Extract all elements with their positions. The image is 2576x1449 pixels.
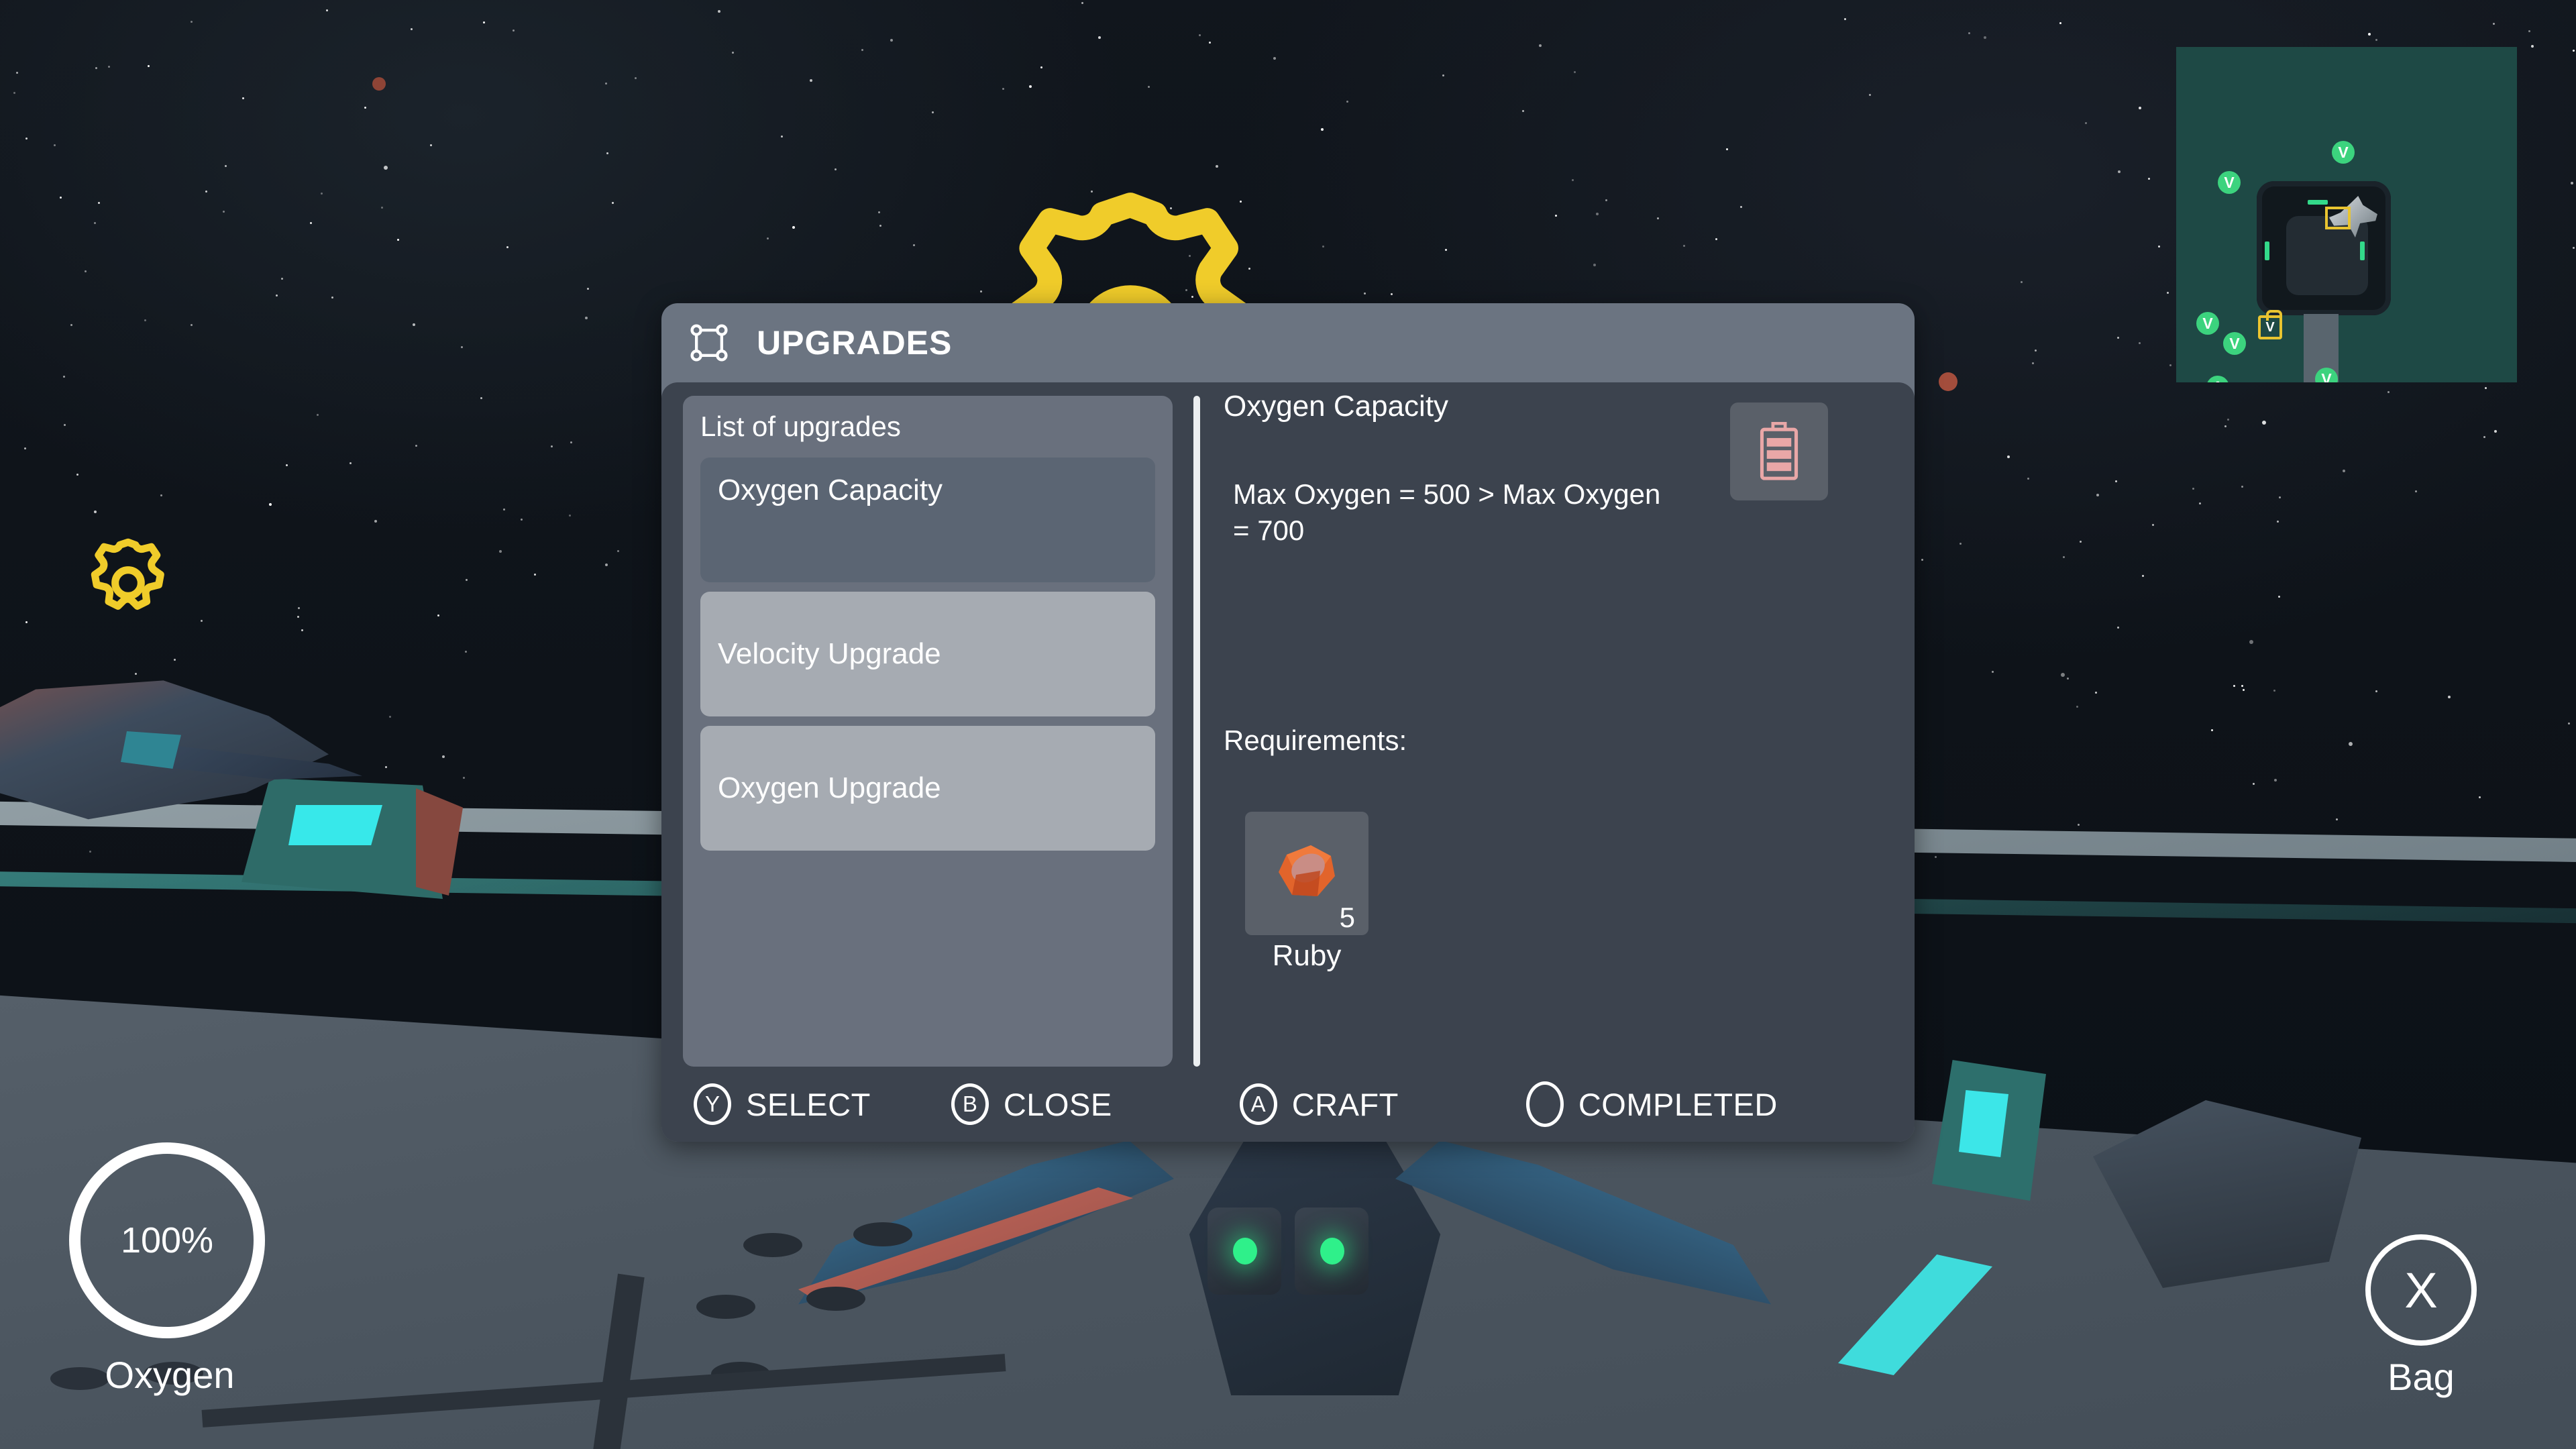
minimap[interactable]: VVVV^V V: [2176, 47, 2517, 382]
oxygen-ring: 100%: [69, 1142, 265, 1338]
docked-ship-left-canopy: [121, 731, 181, 769]
floor-bolt: [696, 1295, 755, 1319]
minimap-marker: ^: [2206, 376, 2229, 382]
panel-header: UPGRADES: [661, 303, 1915, 382]
upgrade-detail: Oxygen Capacity Max Oxygen = 500 > Max O…: [1217, 389, 1896, 1067]
bag-key-icon: X: [2365, 1234, 2477, 1346]
requirement-item[interactable]: 5 Ruby: [1245, 812, 1368, 973]
hatch-light-left: [288, 805, 382, 845]
button-label: COMPLETED: [1578, 1086, 1778, 1122]
button-key-icon: [1525, 1081, 1564, 1127]
requirements-list: 5 Ruby: [1245, 812, 1368, 973]
button-craft[interactable]: A CRAFT: [1239, 1083, 1399, 1125]
minimap-bag-icon: V: [2258, 310, 2282, 339]
button-label: SELECT: [746, 1086, 871, 1122]
minimap-marker: V: [2196, 312, 2219, 335]
requirements-label: Requirements:: [1224, 724, 1407, 756]
requirement-count: 5: [1339, 902, 1355, 933]
bag-label: Bag: [2387, 1356, 2455, 1398]
bag-hud[interactable]: X Bag: [2365, 1234, 2477, 1399]
bag-key-glyph: X: [2404, 1262, 2438, 1318]
hatch-light-right: [1959, 1090, 2008, 1157]
panel-button-bar: Y SELECT B CLOSE A CRAFT COMPLETED: [661, 1067, 1915, 1142]
oxygen-value: 100%: [120, 1220, 214, 1260]
minimap-marker: V: [2218, 171, 2241, 194]
battery-icon: [1758, 421, 1800, 481]
page-title: UPGRADES: [757, 324, 953, 362]
list-item-label: Oxygen Capacity: [718, 474, 943, 506]
button-completed[interactable]: COMPLETED: [1525, 1081, 1778, 1127]
upgrades-panel: UPGRADES List of upgrades Oxygen Capacit…: [661, 303, 1915, 1142]
upgrade-detail-title: Oxygen Capacity: [1224, 390, 1449, 423]
button-close[interactable]: B CLOSE: [951, 1083, 1112, 1125]
list-item[interactable]: Velocity Upgrade: [700, 592, 1155, 716]
upgrades-list-heading: List of upgrades: [700, 411, 901, 442]
list-item[interactable]: Oxygen Upgrade: [700, 726, 1155, 851]
oxygen-label: Oxygen: [105, 1354, 235, 1396]
upgrades-list-panel: List of upgrades Oxygen Capacity Velocity…: [683, 396, 1173, 1067]
floor-bolt: [806, 1287, 865, 1311]
floor-bolt: [743, 1233, 802, 1257]
upgrade-detail-icon-slot: [1730, 402, 1828, 500]
list-item[interactable]: Oxygen Capacity: [700, 458, 1155, 582]
minimap-tick: [2265, 241, 2269, 260]
minimap-player-marker: [2325, 207, 2351, 229]
engine-glow-left: [1233, 1238, 1257, 1265]
list-item-label: Oxygen Upgrade: [718, 771, 941, 804]
panel-body: List of upgrades Oxygen Capacity Velocity…: [661, 382, 1915, 1142]
node-square-icon: [690, 323, 729, 362]
minimap-marker: V: [2223, 332, 2246, 355]
button-select[interactable]: Y SELECT: [694, 1083, 871, 1125]
minimap-tick: [2308, 200, 2328, 205]
engine-glow-right: [1320, 1238, 1344, 1265]
minimap-bag-glyph: V: [2265, 319, 2275, 335]
requirement-slot: 5: [1245, 812, 1368, 935]
button-key-icon: Y: [694, 1083, 731, 1125]
list-item-label: Velocity Upgrade: [718, 637, 941, 670]
button-label: CLOSE: [1003, 1086, 1112, 1122]
requirement-name: Ruby: [1272, 939, 1342, 972]
button-key-icon: A: [1239, 1083, 1277, 1125]
panel-scrollbar[interactable]: [1193, 396, 1200, 1067]
oxygen-hud: 100% Oxygen: [69, 1142, 270, 1397]
upgrade-detail-description: Max Oxygen = 500 > Max Oxygen = 700: [1233, 478, 1661, 546]
upgrades-list: Oxygen Capacity Velocity Upgrade Oxygen Up…: [700, 458, 1155, 851]
floor-bolt: [853, 1222, 912, 1246]
gear-icon[interactable]: [82, 537, 174, 629]
game-screen: VVVV^V V 100% Oxygen X Bag: [0, 0, 2576, 1449]
minimap-marker: V: [2332, 141, 2355, 164]
button-label: CRAFT: [1291, 1086, 1399, 1122]
ruby-gem-icon: [1273, 841, 1340, 902]
minimap-tick: [2360, 241, 2365, 260]
button-key-icon: B: [951, 1083, 989, 1125]
